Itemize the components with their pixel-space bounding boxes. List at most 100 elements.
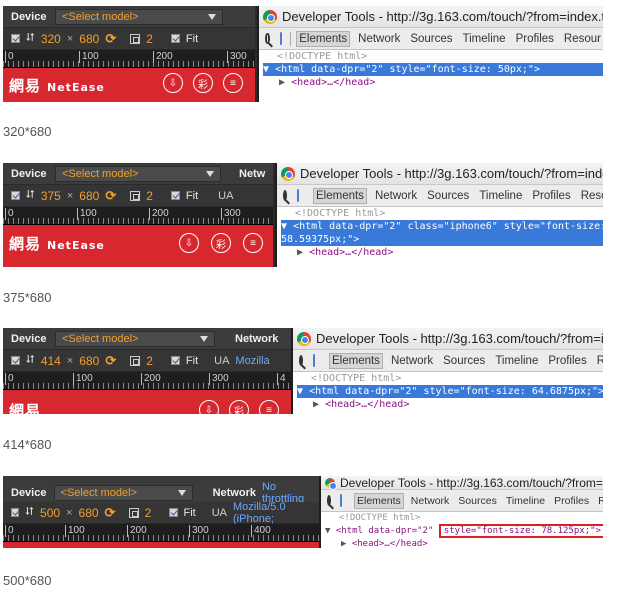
tab-timeline[interactable]: Timeline	[504, 494, 547, 508]
swap-dimensions-icon[interactable]: ⮃	[26, 189, 35, 202]
expand-arrow-icon[interactable]: ▼	[263, 64, 269, 75]
devtools-title: Developer Tools - http://3g.163.com/touc…	[300, 166, 603, 181]
device-model-select[interactable]: <Select model>	[55, 165, 221, 182]
menu-icon[interactable]: ≡	[223, 73, 243, 93]
tab-profiles[interactable]: Profiles	[514, 32, 556, 46]
rotate-icon[interactable]: ⟳	[105, 188, 116, 204]
tab-network[interactable]: Network	[409, 494, 452, 508]
expand-arrow-icon[interactable]: ▼	[325, 526, 330, 536]
tab-sources[interactable]: Sources	[456, 494, 499, 508]
resolution-checkbox[interactable]	[11, 508, 20, 517]
html-element-line-wrap[interactable]: 58.59375px;">	[281, 233, 603, 246]
lottery-icon[interactable]: 彩	[193, 73, 213, 93]
swap-dimensions-icon[interactable]: ⮃	[26, 32, 35, 45]
html-element-line[interactable]: ▼ <html data-dpr="2" class="iphone6" sty…	[281, 220, 603, 233]
tab-sources[interactable]: Sources	[425, 189, 471, 203]
device-mode-icon[interactable]	[297, 189, 299, 202]
expand-arrow-icon[interactable]: ▼	[297, 386, 303, 397]
height-input[interactable]: 680	[79, 354, 99, 368]
device-mode-icon[interactable]	[313, 354, 315, 367]
tab-profiles[interactable]: Profiles	[530, 189, 572, 203]
tab-elements[interactable]: Elements	[313, 187, 367, 204]
collapse-arrow-icon[interactable]: ▶	[297, 247, 303, 258]
ruler-label: 100	[65, 525, 85, 537]
ua-label: UA	[218, 189, 234, 202]
tab-resources[interactable]: Resour	[595, 354, 603, 368]
tab-resources[interactable]: Resour	[579, 189, 603, 203]
html-element-line[interactable]: ▼ <html data-dpr="2" style="font-size: 6…	[297, 385, 603, 398]
swap-dimensions-icon[interactable]: ⮃	[26, 354, 35, 367]
tab-resources[interactable]: Resour	[596, 494, 603, 508]
height-input[interactable]: 680	[79, 506, 99, 520]
scale-input[interactable]: 2	[146, 354, 153, 368]
fit-checkbox[interactable]	[170, 34, 180, 43]
resolution-checkbox[interactable]	[11, 191, 20, 200]
device-mode-icon[interactable]	[340, 494, 342, 507]
horizontal-ruler: 0 100 200 300 4	[3, 372, 291, 390]
tab-profiles[interactable]: Profiles	[546, 354, 588, 368]
tab-profiles[interactable]: Profiles	[552, 494, 591, 508]
device-model-select[interactable]: <Select model>	[55, 330, 215, 347]
rotate-icon[interactable]: ⟳	[105, 31, 116, 47]
rotate-icon[interactable]: ⟳	[105, 505, 116, 521]
collapse-arrow-icon[interactable]: ▶	[279, 77, 285, 88]
swap-dimensions-icon[interactable]: ⮃	[25, 506, 34, 519]
download-icon[interactable]: ⇩	[179, 233, 199, 253]
width-input[interactable]: 414	[41, 354, 61, 368]
collapse-arrow-icon[interactable]: ▶	[341, 539, 346, 548]
ruler-label: 300	[209, 373, 229, 385]
horizontal-ruler: 0 100 200 300 400	[3, 524, 319, 542]
head-element-line[interactable]: ▶ <head>…</head>	[281, 246, 603, 259]
tab-timeline[interactable]: Timeline	[493, 354, 540, 368]
ruler-label: 100	[73, 373, 93, 385]
head-element-line[interactable]: ▶ <head>…</head>	[325, 538, 603, 548]
tab-sources[interactable]: Sources	[441, 354, 487, 368]
lottery-icon[interactable]: 彩	[229, 400, 249, 414]
tab-timeline[interactable]: Timeline	[461, 32, 508, 46]
ua-value[interactable]: Mozilla/5.0 (iPhone;	[233, 501, 319, 525]
menu-icon[interactable]: ≡	[243, 233, 263, 253]
scale-input[interactable]: 2	[145, 506, 152, 520]
width-input[interactable]: 320	[41, 32, 61, 46]
tab-resources[interactable]: Resour	[562, 32, 603, 46]
head-element-line[interactable]: ▶ <head>…</head>	[263, 76, 603, 89]
tab-elements[interactable]: Elements	[329, 352, 383, 369]
tab-timeline[interactable]: Timeline	[477, 189, 524, 203]
device-model-select[interactable]: <Select model>	[55, 8, 223, 25]
download-icon[interactable]: ⇩	[163, 73, 183, 93]
scale-input[interactable]: 2	[146, 189, 153, 203]
device-model-select[interactable]: <Select model>	[53, 484, 193, 501]
width-input[interactable]: 375	[41, 189, 61, 203]
width-input[interactable]: 500	[40, 506, 60, 520]
head-element-line[interactable]: ▶ <head>…</head>	[297, 398, 603, 411]
devtools-pane: Developer Tools - http://3g.163.com/touc…	[319, 476, 603, 548]
tab-elements[interactable]: Elements	[354, 492, 404, 509]
tab-sources[interactable]: Sources	[408, 32, 454, 46]
fit-checkbox[interactable]	[169, 508, 178, 517]
resolution-checkbox[interactable]	[11, 34, 20, 43]
ua-value[interactable]: Mozilla	[235, 355, 269, 367]
inspect-search-icon[interactable]	[265, 33, 270, 44]
height-input[interactable]: 680	[79, 32, 99, 46]
fit-checkbox[interactable]	[170, 191, 180, 200]
html-element-line[interactable]: ▼ <html data-dpr="2" style="font-size: 7…	[325, 524, 603, 538]
expand-arrow-icon[interactable]: ▼	[281, 221, 287, 232]
tab-network[interactable]: Network	[373, 189, 419, 203]
tab-network[interactable]: Network	[356, 32, 402, 46]
download-icon[interactable]: ⇩	[199, 400, 219, 414]
inspect-search-icon[interactable]	[327, 495, 331, 506]
inspect-search-icon[interactable]	[299, 355, 303, 366]
html-element-line[interactable]: ▼ <html data-dpr="2" style="font-size: 5…	[263, 63, 603, 76]
tab-elements[interactable]: Elements	[296, 30, 351, 47]
collapse-arrow-icon[interactable]: ▶	[313, 399, 319, 410]
fit-checkbox[interactable]	[170, 356, 180, 365]
inspect-search-icon[interactable]	[283, 190, 287, 201]
menu-icon[interactable]: ≡	[259, 400, 279, 414]
resolution-checkbox[interactable]	[11, 356, 20, 365]
rotate-icon[interactable]: ⟳	[105, 353, 116, 369]
tab-network[interactable]: Network	[389, 354, 435, 368]
height-input[interactable]: 680	[79, 189, 99, 203]
lottery-icon[interactable]: 彩	[211, 233, 231, 253]
scale-input[interactable]: 2	[146, 32, 153, 46]
device-mode-icon[interactable]	[279, 32, 283, 45]
